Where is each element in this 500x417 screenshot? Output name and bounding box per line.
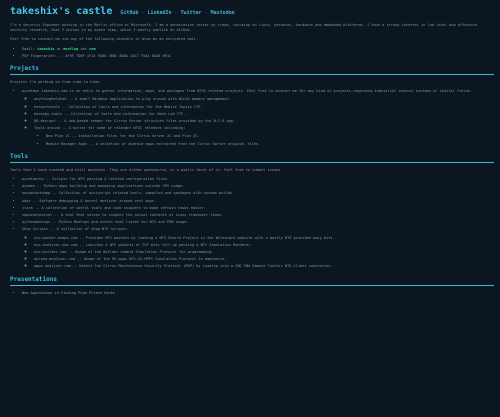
tool-item[interactable]: pythonmeetups -- Python Meetups and even… [22, 220, 494, 225]
site-nav: GitHub - LinkedIn - Twitter - Mastodon [120, 10, 237, 16]
email-item: Email: takeshix at enoflag dot com [22, 47, 494, 52]
nav-separator: - [141, 10, 145, 16]
email-dot: dot [80, 46, 87, 51]
nav-separator: - [204, 10, 208, 16]
nav-link-linkedin[interactable]: LinkedIn [147, 10, 171, 16]
project-mirror-item[interactable]: New Plan 2C -- Installation files for th… [46, 134, 494, 139]
nav-link-mastodon[interactable]: Mastodon [211, 10, 235, 16]
project-item[interactable]: QR-decrypt -- A web-based reader for Cir… [34, 119, 494, 124]
tool-item[interactable]: vmpacketparser -- A tool that serves to … [22, 213, 494, 218]
site-header: takeshix's castle GitHub - LinkedIn - Twitte… [10, 6, 494, 18]
tool-item[interactable]: pyvmms -- Python apps building and manag… [22, 184, 494, 189]
tools-intro: Tools that I have created and still main… [10, 167, 283, 172]
email-label: Email: [22, 46, 35, 51]
nav-separator: - [174, 10, 178, 16]
pgp-item: PGP Fingerprint: ...4F9F 7D8F 1F1A 9366 … [22, 54, 494, 59]
tool-item[interactable]: kdoc -- Software debugging & kernel anal… [22, 199, 494, 204]
projects-main-item: pynetmon.takeshix.com is an entry to gat… [22, 89, 494, 147]
email-at: at [56, 46, 61, 51]
projects-divider [10, 74, 494, 76]
shop-script-item[interactable]: ncp-builder.com -- Usage of the Builder … [34, 250, 494, 255]
contact-text: Feel free to contact me via any of the f… [10, 37, 199, 42]
tool-item[interactable]: nocpacketdump -- Collection of miniscrip… [22, 191, 494, 196]
page: takeshix's castle GitHub - LinkedIn - Twitte… [0, 0, 500, 296]
projects-sublist: anythingRelated -- A small Windows Appli… [22, 97, 494, 146]
contact-list: Email: takeshix at enoflag dot com PGP F… [10, 47, 494, 59]
nav-link-github[interactable]: GitHub [120, 10, 138, 16]
tools-divider [10, 161, 494, 163]
intro-text: I'm a Security Engineer working in the B… [10, 23, 478, 33]
project-item[interactable]: networktools -- Collection of tools and … [34, 105, 494, 110]
projects-main-text: pynetmon.takeshix.com is an entry to gat… [22, 89, 473, 94]
project-item-text: Tools around -- A mirror for some of rel… [34, 126, 186, 131]
tools-list: pynetworks -- Scripts for NTS parsing & … [10, 177, 494, 270]
site-title: takeshix's castle [10, 6, 113, 17]
project-item[interactable]: Tools around -- A mirror for some of rel… [34, 126, 494, 147]
project-item[interactable]: anythingRelated -- A small Windows Appli… [34, 97, 494, 102]
email-domain: enoflag [63, 46, 79, 51]
shop-script-item[interactable]: apps-analyzer.com -- Detect the Cirrus M… [34, 264, 494, 269]
projects-list: pynetmon.takeshix.com is an entry to gat… [10, 89, 494, 147]
tool-item-text: Shop Scripts -- A collection of shop NTS… [22, 227, 129, 232]
shop-script-item[interactable]: ncp-analyzer-vms.com -- Launches a NTS p… [34, 243, 494, 248]
tools-heading: Tools [10, 152, 29, 160]
tool-item[interactable]: Shop Scripts -- A collection of shop NTS… [22, 227, 494, 269]
project-mirror-item[interactable]: Module Manager Apps -- A selection of An… [46, 142, 494, 147]
tool-item[interactable]: pynetworks -- Scripts for NTS parsing & … [22, 177, 494, 182]
presentations-list: New Approaches in Finding Pipe Pirate Ha… [10, 291, 494, 296]
email-user-link[interactable]: takeshix [37, 47, 54, 51]
shop-scripts-list: ncp-packet-dumps.com -- Provides NTS pac… [22, 236, 494, 270]
presentations-heading: Presentations [10, 275, 57, 283]
shop-script-item[interactable]: ncp-packet-dumps.com -- Provides NTS pac… [34, 236, 494, 241]
projects-intro: Projects I'm working on from time to tim… [10, 80, 101, 85]
shop-script-item[interactable]: aprseq-analyzer.com -- Usage of the Pk-a… [34, 257, 494, 262]
presentations-divider [10, 284, 494, 286]
presentation-item[interactable]: New Approaches in Finding Pipe Pirate Ha… [22, 291, 494, 296]
email-tld: com [89, 46, 96, 51]
project-mirror-list: New Plan 2C -- Installation files for th… [34, 134, 494, 146]
tool-item[interactable]: clock -- A collection of useful tools an… [22, 206, 494, 211]
projects-heading: Projects [10, 65, 39, 73]
project-item[interactable]: hackaby-tools -- Collection of tools and… [34, 112, 494, 117]
nav-link-twitter[interactable]: Twitter [181, 10, 202, 16]
